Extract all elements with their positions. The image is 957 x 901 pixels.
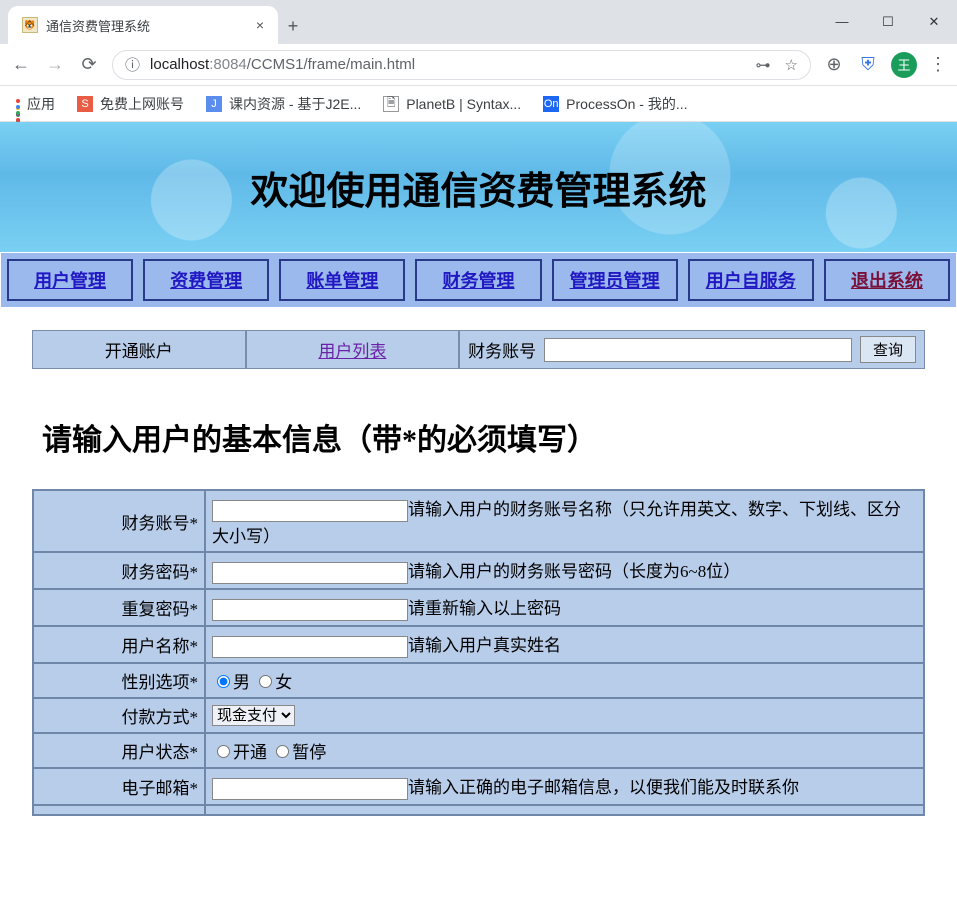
url-port: :8084 bbox=[209, 56, 247, 73]
label-user-status: 用户状态* bbox=[34, 734, 204, 767]
hint-email: 请输入正确的电子邮箱信息，以便我们能及时联系你 bbox=[408, 778, 799, 797]
status-open-option[interactable]: 开通 bbox=[212, 743, 267, 762]
url-path: /CCMS1/frame/main.html bbox=[247, 56, 415, 73]
row-email: 电子邮箱* 请输入正确的电子邮箱信息，以便我们能及时联系你 bbox=[34, 769, 923, 804]
page-viewport[interactable]: 欢迎使用通信资费管理系统 用户管理 资费管理 账单管理 财务管理 管理员管理 用… bbox=[0, 122, 957, 901]
gender-male-option[interactable]: 男 bbox=[212, 673, 250, 692]
subbar-search: 财务账号 查询 bbox=[459, 330, 925, 369]
bookmark-2-label: 课内资源 - 基于J2E... bbox=[229, 94, 361, 114]
menu-fee-mgmt[interactable]: 资费管理 bbox=[143, 259, 269, 301]
bookmarks-bar: 应用 S 免费上网账号 J 课内资源 - 基于J2E... 🗎 PlanetB … bbox=[0, 86, 957, 122]
bookmark-1-label: 免费上网账号 bbox=[100, 94, 184, 114]
row-user-status: 用户状态* 开通 暂停 bbox=[34, 734, 923, 767]
gender-female-option[interactable]: 女 bbox=[254, 673, 292, 692]
search-label: 财务账号 bbox=[468, 337, 536, 362]
shield-icon[interactable]: ⛨ bbox=[857, 54, 879, 75]
label-pay-method: 付款方式* bbox=[34, 699, 204, 732]
new-tab-button[interactable]: + bbox=[278, 10, 308, 43]
label-finance-account: 财务账号* bbox=[34, 491, 204, 551]
menu-admin-mgmt[interactable]: 管理员管理 bbox=[552, 259, 678, 301]
site-info-icon[interactable]: ⓘ bbox=[125, 54, 140, 75]
banner: 欢迎使用通信资费管理系统 bbox=[0, 122, 957, 252]
subbar-user-list[interactable]: 用户列表 bbox=[246, 330, 460, 369]
user-name-input[interactable] bbox=[212, 636, 408, 658]
label-gender: 性别选项* bbox=[34, 664, 204, 697]
browser-toolbar: ← → ⟳ ⓘ localhost:8084/CCMS1/frame/main.… bbox=[0, 44, 957, 86]
file-icon: 🗎 bbox=[383, 96, 399, 112]
favicon-icon: 🐯 bbox=[22, 17, 38, 33]
hint-user-name: 请输入用户真实姓名 bbox=[408, 636, 561, 655]
window-minimize-icon[interactable]: ― bbox=[819, 0, 865, 43]
search-button[interactable]: 查询 bbox=[860, 336, 916, 363]
apps-grid-icon bbox=[14, 96, 20, 112]
email-input[interactable] bbox=[212, 778, 408, 800]
tab-title: 通信资费管理系统 bbox=[46, 16, 150, 35]
nav-reload-icon[interactable]: ⟳ bbox=[78, 54, 100, 75]
apps-label: 应用 bbox=[27, 94, 55, 114]
gender-male-radio[interactable] bbox=[217, 675, 230, 688]
window-titlebar: 🐯 通信资费管理系统 × + ― ☐ ✕ bbox=[0, 0, 957, 44]
row-repeat-password: 重复密码* 请重新输入以上密码 bbox=[34, 590, 923, 625]
tab-close-icon[interactable]: × bbox=[256, 17, 264, 33]
extensions-icon[interactable]: ⊕ bbox=[823, 54, 845, 75]
bookmark-icon: S bbox=[77, 96, 93, 112]
finance-account-input[interactable] bbox=[212, 500, 408, 522]
hint-finance-password: 请输入用户的财务账号密码（长度为6~8位） bbox=[408, 562, 740, 581]
address-bar[interactable]: ⓘ localhost:8084/CCMS1/frame/main.html ⊶… bbox=[112, 50, 811, 80]
bookmark-2[interactable]: J 课内资源 - 基于J2E... bbox=[206, 94, 361, 114]
form-title: 请输入用户的基本信息（带*的必须填写） bbox=[42, 415, 925, 459]
bookmark-4-label: ProcessOn - 我的... bbox=[566, 94, 687, 114]
row-gender: 性别选项* 男 女 bbox=[34, 664, 923, 697]
status-open-radio[interactable] bbox=[217, 745, 230, 758]
label-finance-password: 财务密码* bbox=[34, 553, 204, 588]
bookmark-3-label: PlanetB | Syntax... bbox=[406, 96, 521, 112]
user-form-table: 财务账号* 请输入用户的财务账号名称（只允许用英文、数字、下划线、区分大小写） … bbox=[32, 489, 925, 816]
label-email: 电子邮箱* bbox=[34, 769, 204, 804]
bookmark-icon: On bbox=[543, 96, 559, 112]
menu-bill-mgmt[interactable]: 账单管理 bbox=[279, 259, 405, 301]
hint-repeat-password: 请重新输入以上密码 bbox=[408, 599, 561, 618]
nav-forward-icon[interactable]: → bbox=[44, 54, 66, 75]
bookmark-3[interactable]: 🗎 PlanetB | Syntax... bbox=[383, 96, 521, 112]
menu-user-mgmt[interactable]: 用户管理 bbox=[7, 259, 133, 301]
star-icon[interactable]: ☆ bbox=[785, 56, 798, 74]
browser-tab[interactable]: 🐯 通信资费管理系统 × bbox=[8, 6, 278, 44]
bookmark-4[interactable]: On ProcessOn - 我的... bbox=[543, 94, 687, 114]
gender-female-radio[interactable] bbox=[259, 675, 272, 688]
status-pause-radio[interactable] bbox=[276, 745, 289, 758]
subbar-open-account[interactable]: 开通账户 bbox=[32, 330, 246, 369]
menu-finance-mgmt[interactable]: 财务管理 bbox=[415, 259, 541, 301]
bookmark-icon: J bbox=[206, 96, 222, 112]
pay-method-select[interactable]: 现金支付 bbox=[212, 705, 295, 726]
row-finance-password: 财务密码* 请输入用户的财务账号密码（长度为6~8位） bbox=[34, 553, 923, 588]
key-icon[interactable]: ⊶ bbox=[756, 56, 771, 74]
sub-toolbar: 开通账户 用户列表 财务账号 查询 bbox=[32, 330, 925, 369]
bookmark-1[interactable]: S 免费上网账号 bbox=[77, 94, 184, 114]
menu-exit[interactable]: 退出系统 bbox=[824, 259, 950, 301]
row-user-name: 用户名称* 请输入用户真实姓名 bbox=[34, 627, 923, 662]
window-close-icon[interactable]: ✕ bbox=[911, 0, 957, 43]
repeat-password-input[interactable] bbox=[212, 599, 408, 621]
menu-self-service[interactable]: 用户自服务 bbox=[688, 259, 814, 301]
label-repeat-password: 重复密码* bbox=[34, 590, 204, 625]
row-finance-account: 财务账号* 请输入用户的财务账号名称（只允许用英文、数字、下划线、区分大小写） bbox=[34, 491, 923, 551]
main-menu: 用户管理 资费管理 账单管理 财务管理 管理员管理 用户自服务 退出系统 bbox=[0, 252, 957, 308]
window-maximize-icon[interactable]: ☐ bbox=[865, 0, 911, 43]
row-pay-method: 付款方式* 现金支付 bbox=[34, 699, 923, 732]
label-user-name: 用户名称* bbox=[34, 627, 204, 662]
finance-password-input[interactable] bbox=[212, 562, 408, 584]
nav-back-icon[interactable]: ← bbox=[10, 54, 32, 75]
profile-avatar[interactable]: 王 bbox=[891, 52, 917, 78]
apps-button[interactable]: 应用 bbox=[14, 94, 55, 114]
banner-title: 欢迎使用通信资费管理系统 bbox=[250, 160, 706, 215]
search-finance-input[interactable] bbox=[544, 338, 852, 362]
row-blank bbox=[34, 806, 923, 814]
status-pause-option[interactable]: 暂停 bbox=[271, 743, 326, 762]
url-host: localhost bbox=[150, 56, 209, 73]
menu-kebab-icon[interactable]: ⋮ bbox=[929, 54, 947, 75]
